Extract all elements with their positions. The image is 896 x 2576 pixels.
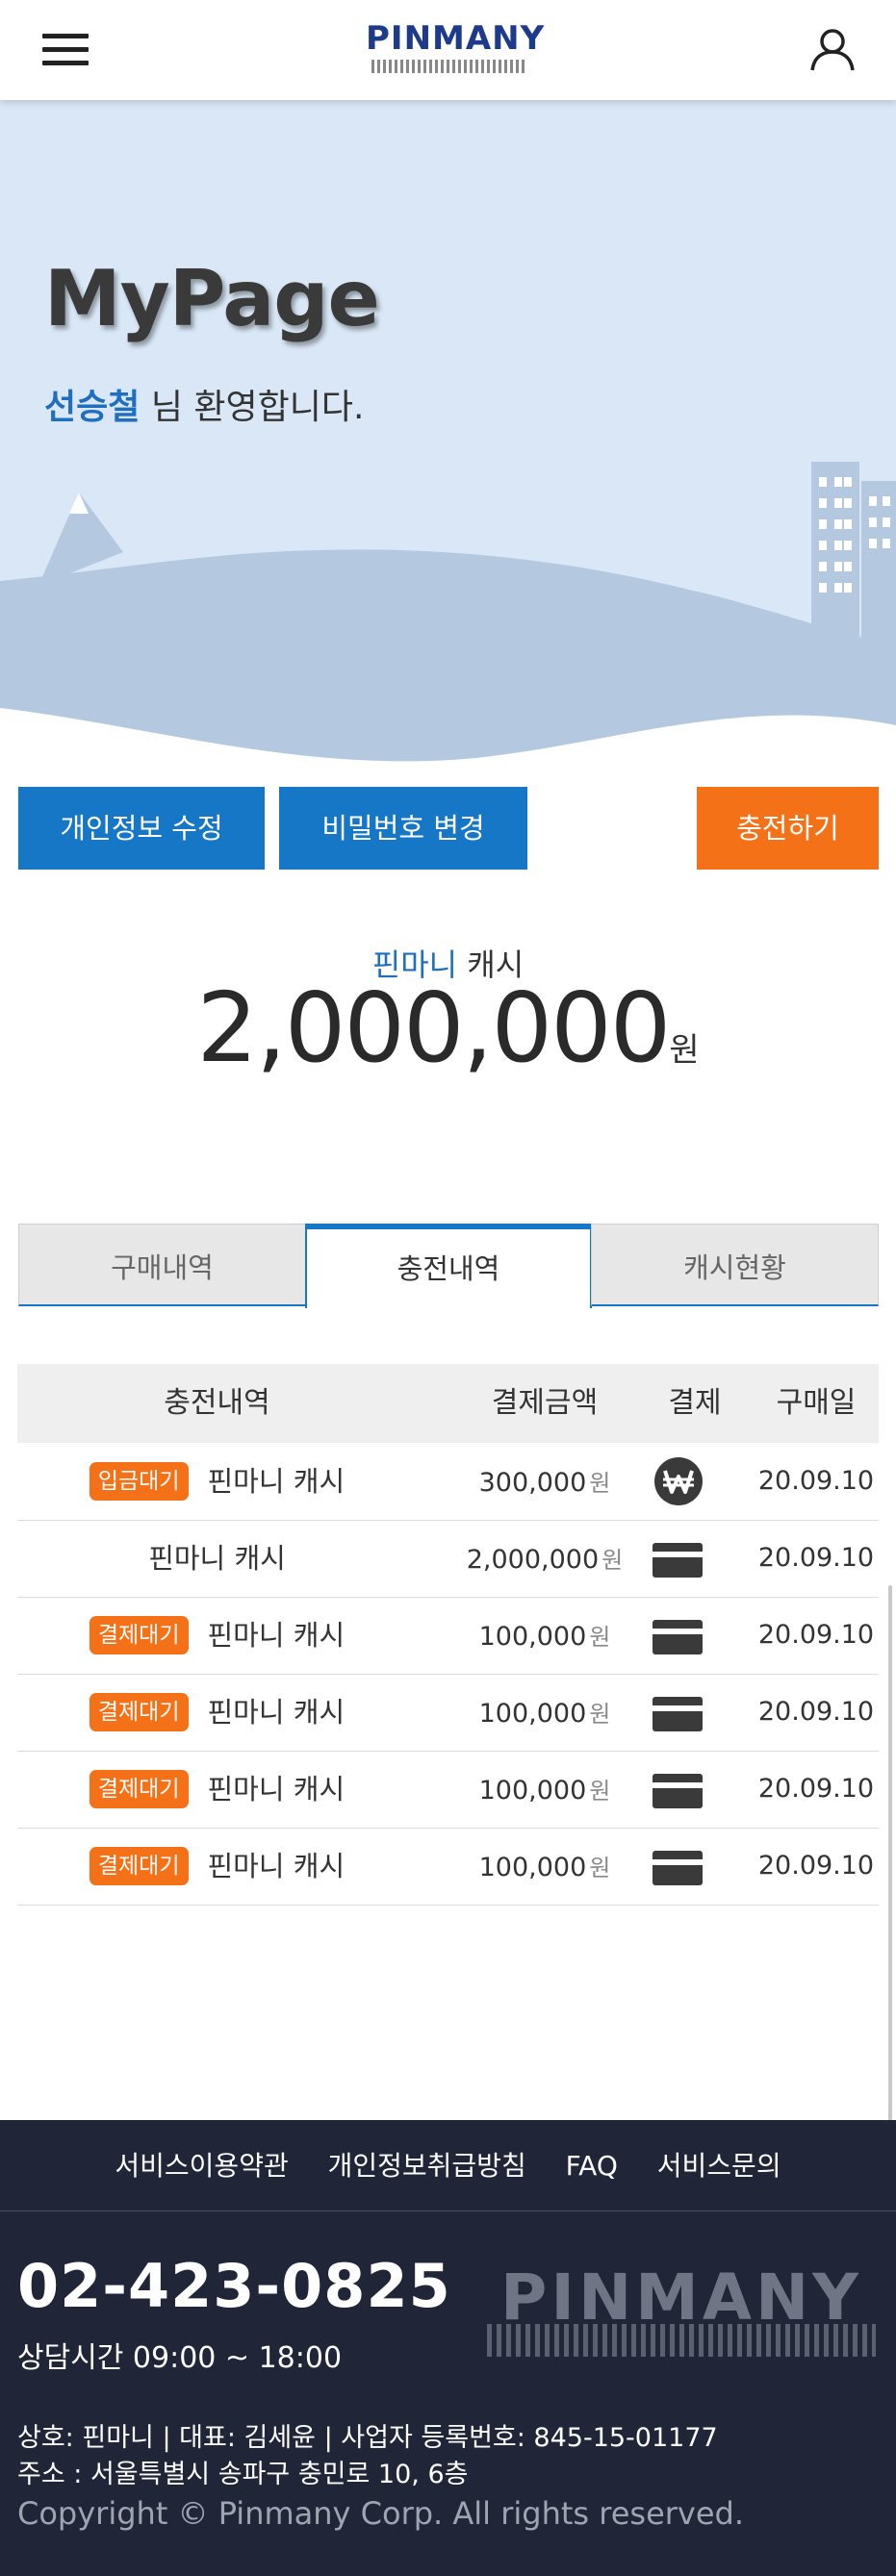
item-name: 핀마니 캐시: [148, 1542, 286, 1575]
status-badge: 입금대기: [89, 1462, 189, 1501]
charge-item: 결제대기 핀마니 캐시: [17, 1828, 417, 1905]
status-badge: 결제대기: [89, 1693, 189, 1731]
purchase-date: 20.09.10: [757, 1774, 875, 1804]
user-icon[interactable]: [808, 25, 857, 73]
amount-value: 2,000,000: [466, 1545, 600, 1575]
scrollbar[interactable]: [888, 1585, 892, 2124]
username: 선승철: [44, 388, 141, 427]
charge-item: 결제대기 핀마니 캐시: [17, 1597, 417, 1674]
charge-amount: 100,000 원: [441, 1674, 649, 1753]
table-header: 충전내역 결제금액 결제 구매일: [17, 1364, 879, 1443]
status-badge: 결제대기: [89, 1616, 189, 1654]
table-row[interactable]: 핀마니 캐시 2,000,000 원 20.09.10: [17, 1520, 879, 1598]
logo-text: PINMANY: [366, 19, 546, 58]
charge-item: 입금대기 핀마니 캐시: [17, 1443, 417, 1520]
company-details: 상호: 핀마니 | 대표: 김세윤 | 사업자 등록번호: 845-15-011…: [17, 2423, 718, 2453]
charge-button[interactable]: 충전하기: [697, 787, 879, 870]
pinmany-logo[interactable]: PINMANY: [366, 19, 546, 75]
credit-card-icon: [653, 1851, 703, 1885]
amount-value: 300,000: [478, 1468, 587, 1498]
support-phone: 02-423-0825: [17, 2251, 451, 2321]
footer-link-contact[interactable]: 서비스문의: [657, 2150, 781, 2182]
company-address: 주소 : 서울특별시 송파구 충민로 10, 6층: [17, 2460, 469, 2489]
copyright: Copyright © Pinmany Corp. All rights res…: [17, 2495, 745, 2532]
cash-balance: 2,000,000원: [0, 972, 896, 1084]
top-header: PINMANY: [0, 0, 896, 100]
amount-value: 100,000: [478, 1853, 587, 1882]
amount-unit: 원: [589, 1624, 611, 1651]
charge-item: 결제대기 핀마니 캐시: [17, 1751, 417, 1828]
purchase-date: 20.09.10: [757, 1543, 875, 1573]
purchase-date: 20.09.10: [757, 1851, 875, 1881]
table-row[interactable]: 결제대기 핀마니 캐시 100,000 원 20.09.10: [17, 1674, 879, 1752]
table-row[interactable]: 결제대기 핀마니 캐시 100,000 원 20.09.10: [17, 1597, 879, 1675]
item-name: 핀마니 캐시: [207, 1696, 346, 1729]
amount-value: 100,000: [478, 1622, 587, 1652]
footer-link-privacy[interactable]: 개인정보취급방침: [328, 2150, 526, 2182]
change-password-button[interactable]: 비밀번호 변경: [279, 787, 527, 870]
support-hours: 상담시간 09:00 ~ 18:00: [17, 2341, 343, 2375]
amount-value: 100,000: [478, 1699, 587, 1729]
tab-charge-history[interactable]: 충전내역: [305, 1224, 592, 1308]
charge-item: 핀마니 캐시: [17, 1520, 417, 1597]
amount-unit: 원: [589, 1701, 611, 1728]
site-footer: 서비스이용약관 개인정보취급방침 FAQ 서비스문의 02-423-0825 상…: [0, 2120, 896, 2576]
charge-amount: 100,000 원: [441, 1597, 649, 1676]
hero-landscape-illustration: [0, 462, 896, 764]
header-payment: 결제: [668, 1386, 722, 1420]
credit-card-icon: [653, 1774, 703, 1808]
won-coin-icon: [654, 1457, 703, 1505]
credit-card-icon: [653, 1543, 703, 1578]
amount-unit: 원: [602, 1547, 624, 1574]
amount-value: 100,000: [478, 1776, 587, 1806]
footer-link-faq[interactable]: FAQ: [566, 2150, 618, 2182]
edit-profile-button[interactable]: 개인정보 수정: [18, 787, 265, 870]
tab-purchase-history[interactable]: 구매내역: [18, 1224, 306, 1306]
status-badge: 결제대기: [89, 1847, 189, 1885]
welcome-suffix: 님 환영합니다.: [140, 388, 365, 427]
header-charge-history: 충전내역: [164, 1386, 270, 1420]
company-info: 상호: 핀마니 | 대표: 김세윤 | 사업자 등록번호: 845-15-011…: [17, 2420, 718, 2493]
tab-cash-status[interactable]: 캐시현황: [591, 1224, 879, 1306]
amount-unit: 원: [589, 1470, 611, 1497]
charge-amount: 2,000,000 원: [441, 1520, 649, 1599]
mypage-hero: MyPage 선승철 님 환영합니다.: [0, 100, 896, 764]
footer-logo-barcode: [487, 2324, 876, 2357]
item-name: 핀마니 캐시: [207, 1773, 346, 1806]
table-row[interactable]: 결제대기 핀마니 캐시 100,000 원 20.09.10: [17, 1751, 879, 1829]
purchase-date: 20.09.10: [757, 1466, 875, 1496]
purchase-date: 20.09.10: [757, 1697, 875, 1727]
charge-item: 결제대기 핀마니 캐시: [17, 1674, 417, 1751]
amount-unit: 원: [589, 1778, 611, 1805]
cash-unit: 원: [669, 1031, 700, 1070]
table-row[interactable]: 결제대기 핀마니 캐시 100,000 원 20.09.10: [17, 1828, 879, 1906]
charge-amount: 300,000 원: [441, 1443, 649, 1522]
header-amount: 결제금액: [491, 1386, 599, 1420]
footer-logo: PINMANY: [487, 2260, 876, 2357]
table-row[interactable]: 입금대기 핀마니 캐시 300,000 원 20.09.10: [17, 1443, 879, 1521]
amount-unit: 원: [589, 1855, 611, 1881]
item-name: 핀마니 캐시: [207, 1465, 346, 1498]
item-name: 핀마니 캐시: [207, 1619, 346, 1652]
cash-amount: 2,000,000: [196, 972, 671, 1084]
charge-amount: 100,000 원: [441, 1828, 649, 1907]
menu-icon[interactable]: [42, 32, 90, 68]
item-name: 핀마니 캐시: [207, 1850, 346, 1882]
credit-card-icon: [653, 1620, 703, 1654]
charge-amount: 100,000 원: [441, 1751, 649, 1830]
page-title: MyPage: [44, 254, 380, 343]
footer-link-terms[interactable]: 서비스이용약관: [115, 2150, 288, 2182]
logo-barcode: [371, 60, 525, 73]
status-badge: 결제대기: [89, 1770, 189, 1808]
purchase-date: 20.09.10: [757, 1620, 875, 1650]
credit-card-icon: [653, 1697, 703, 1731]
footer-links: 서비스이용약관 개인정보취급방침 FAQ 서비스문의: [0, 2120, 896, 2211]
header-purchase-date: 구매일: [776, 1386, 857, 1420]
welcome-message: 선승철 님 환영합니다.: [44, 379, 364, 429]
